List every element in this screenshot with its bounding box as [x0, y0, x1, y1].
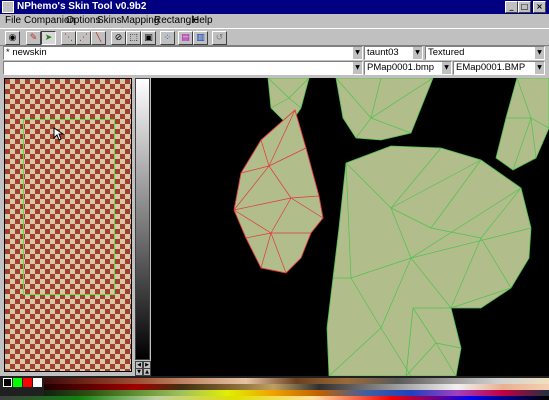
palette-row-4[interactable] [0, 396, 549, 400]
swatch-red[interactable] [23, 378, 32, 387]
skin-select[interactable]: * newskin ▼ [3, 46, 363, 60]
minimize-button[interactable]: _ [505, 1, 518, 13]
emap-select-value: EMap0001.BMP [456, 62, 526, 73]
color-palette[interactable] [0, 376, 549, 400]
pmap-select-value: PMap0001.bmp [367, 62, 435, 73]
select-arrow-icon[interactable]: ➤ [41, 31, 56, 45]
front-view-icon[interactable]: ▤ [178, 31, 193, 45]
pmap-select[interactable]: PMap0001.bmp ▼ [364, 61, 452, 75]
model-mesh[interactable] [151, 78, 549, 376]
move-vertex-icon[interactable]: ⋰ [76, 31, 91, 45]
skin-texture-canvas[interactable] [4, 78, 132, 372]
chevron-down-icon[interactable]: ▼ [534, 47, 544, 59]
menu-file[interactable]: File [5, 14, 21, 28]
scroll-up-icon[interactable]: ▲ [143, 368, 151, 376]
marquee-icon[interactable]: ⬚ [126, 31, 141, 45]
title-bar[interactable]: NPhemo's Skin Tool v0.9b2 _ □ × [0, 0, 549, 14]
toolbar: ◉ ✎ ➤ ⋱ ⋰ ╲ ⊘ ⬚ ▣ ⁘ ▤ ▥ ↺ [0, 28, 549, 46]
line-tool-icon[interactable]: ╲ [91, 31, 106, 45]
frame-select[interactable]: taunt03 ▼ [364, 46, 423, 60]
color-picker-icon[interactable]: ⁘ [160, 31, 175, 45]
chevron-down-icon[interactable]: ▼ [441, 62, 451, 74]
image-icon[interactable]: ▣ [141, 31, 156, 45]
link-tool-icon[interactable]: ⊘ [111, 31, 126, 45]
menu-help[interactable]: Help [192, 14, 213, 28]
emap-select[interactable]: EMap0001.BMP ▼ [453, 61, 545, 75]
maximize-button[interactable]: □ [518, 1, 531, 13]
chevron-down-icon[interactable]: ▼ [352, 62, 362, 74]
swatch-white[interactable] [33, 378, 42, 387]
brightness-ramp[interactable] [135, 78, 150, 360]
vertex-tool-icon[interactable]: ⋱ [61, 31, 76, 45]
scroll-down-icon[interactable]: ▼ [135, 368, 143, 376]
render-mode-select[interactable]: Textured ▼ [425, 46, 545, 60]
chevron-down-icon[interactable]: ▼ [352, 47, 362, 59]
skin-select-value: * newskin [6, 47, 47, 58]
menu-options[interactable]: Options [66, 14, 100, 28]
back-view-icon[interactable]: ▥ [193, 31, 208, 45]
model-viewport[interactable] [151, 78, 549, 376]
menu-bar: File Companion Options Skins Mapping Rec… [0, 14, 549, 28]
menu-skins[interactable]: Skins [97, 14, 121, 28]
window-title: NPhemo's Skin Tool v0.9b2 [17, 1, 147, 12]
app-icon[interactable] [2, 1, 14, 13]
chevron-down-icon[interactable]: ▼ [412, 47, 422, 59]
frame-select-value: taunt03 [367, 47, 399, 58]
chevron-down-icon[interactable]: ▼ [534, 62, 544, 74]
mouse-cursor-icon [53, 127, 65, 141]
blank-select[interactable]: ▼ [3, 61, 363, 75]
uv-selection-rectangle[interactable] [23, 119, 115, 295]
reset-icon[interactable]: ↺ [212, 31, 227, 45]
paint-tool-icon[interactable]: ✎ [26, 31, 41, 45]
view-eye-icon[interactable]: ◉ [5, 31, 20, 45]
swatch-black[interactable] [3, 378, 12, 387]
render-mode-value: Textured [428, 47, 465, 58]
close-button[interactable]: × [533, 1, 546, 13]
swatch-green[interactable] [13, 378, 22, 387]
